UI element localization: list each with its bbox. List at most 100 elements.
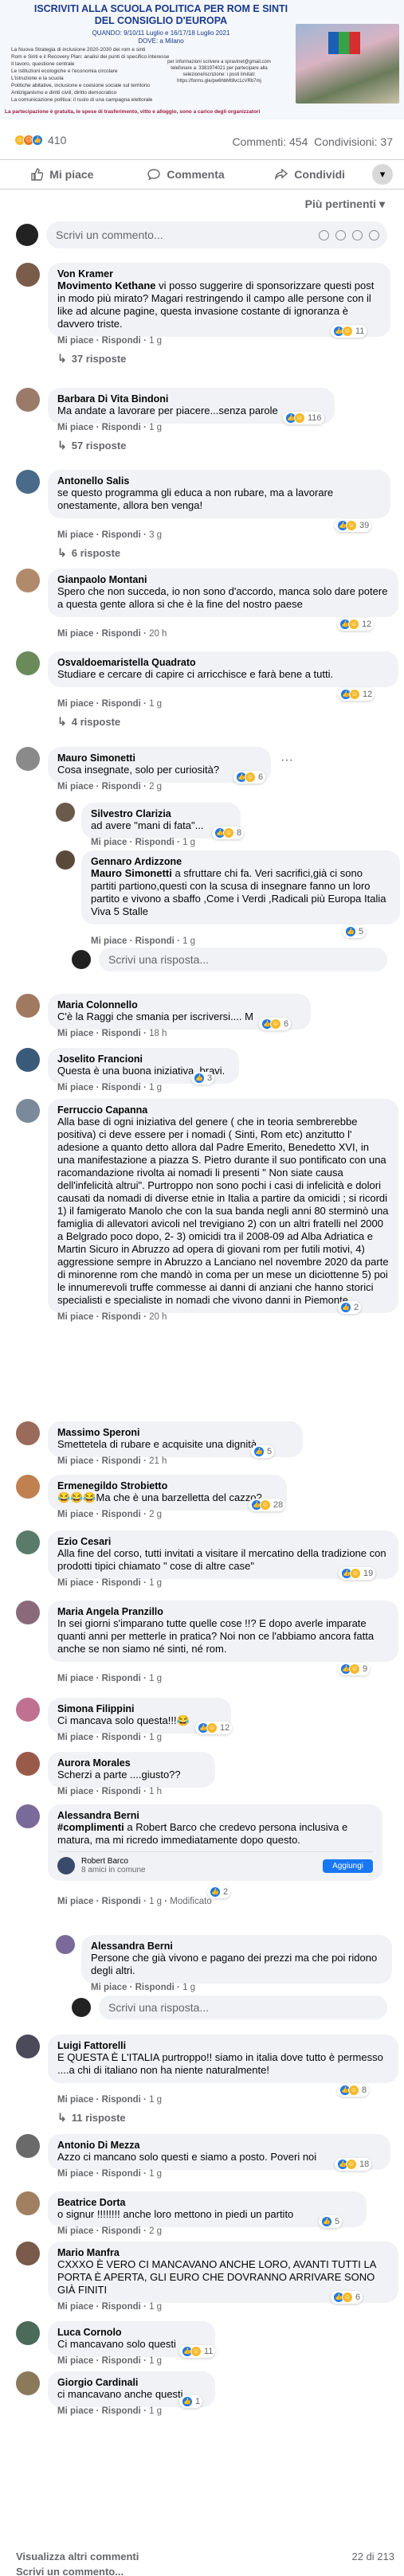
comment-reply-button[interactable]: Rispondi — [102, 1733, 141, 1742]
comment-button[interactable]: Commenta — [124, 168, 249, 181]
comment-like-button[interactable]: Mi piace — [57, 2406, 93, 2416]
comment-like-button[interactable]: Mi piace — [57, 1787, 93, 1796]
comment-time[interactable]: 1 g — [149, 1674, 162, 1683]
robert-name[interactable]: Robert Barco 8 amici in comune — [81, 1857, 146, 1874]
comment-time[interactable]: 2 g — [149, 782, 162, 792]
comment-input[interactable]: Scrivi un commento... — [46, 221, 387, 248]
comment-reply-button[interactable]: Rispondi — [102, 782, 141, 792]
comment-reply-button[interactable]: Rispondi — [102, 699, 141, 709]
comment-reactions[interactable]: 👍 ☺ 6 — [259, 1018, 292, 1030]
commenter-avatar[interactable] — [16, 1752, 40, 1776]
comment-like-button[interactable]: Mi piace — [57, 1456, 93, 1466]
reply-input[interactable]: Scrivi una risposta... — [99, 1996, 387, 2019]
sticker-icon[interactable] — [369, 229, 379, 240]
commenter-name[interactable]: Maria Colonnello — [57, 999, 301, 1010]
commenter-avatar[interactable] — [16, 1530, 40, 1554]
commenter-name[interactable]: Luigi Fattorelli — [57, 2040, 389, 2051]
comment-reply-button[interactable]: Rispondi — [102, 1578, 141, 1588]
comment-reactions[interactable]: 👍 ☺ 8 — [212, 827, 245, 839]
comment-like-button[interactable]: Mi piace — [91, 936, 127, 946]
comment-like-button[interactable]: Mi piace — [91, 1983, 127, 1992]
comment-time[interactable]: 1 g — [149, 2095, 162, 2105]
comment-reply-button[interactable]: Rispondi — [102, 423, 141, 432]
comment-reply-button[interactable]: Rispondi — [102, 2356, 141, 2366]
commenter-name[interactable]: Antonello Salis — [57, 475, 381, 487]
comment-like-button[interactable]: Mi piace — [57, 2356, 93, 2366]
comment-like-button[interactable]: Mi piace — [57, 530, 93, 540]
comment-like-button[interactable]: Mi piace — [57, 1897, 93, 1906]
comment-like-button[interactable]: Mi piace — [57, 2226, 93, 2236]
commenter-name[interactable]: Ermenegildo Strobietto — [57, 1480, 277, 1491]
comment-time[interactable]: 2 g — [149, 2226, 162, 2236]
view-replies[interactable]: 11 risposte — [57, 2111, 126, 2125]
comment-reply-button[interactable]: Rispondi — [102, 1456, 141, 1466]
commenter-name[interactable]: Mario Manfra — [57, 2247, 389, 2258]
view-replies[interactable]: 4 risposte — [57, 715, 120, 729]
commenter-name[interactable]: Luca Cornolo — [57, 2327, 206, 2338]
comment-time[interactable]: 21 h — [149, 1456, 167, 1466]
commenter-avatar[interactable] — [16, 569, 40, 592]
comment-like-button[interactable]: Mi piace — [57, 699, 93, 709]
write-comment-link[interactable]: Scrivi un commento... — [16, 2566, 124, 2576]
comment-reactions[interactable]: 👍 1 — [179, 2395, 203, 2408]
commenter-name[interactable]: Ezio Cesari — [57, 1536, 389, 1547]
comment-like-button[interactable]: Mi piace — [57, 1312, 93, 1322]
comment-reply-button[interactable]: Rispondi — [135, 1983, 175, 1992]
camera-icon[interactable] — [335, 229, 346, 240]
commenter-name[interactable]: Ferruccio Capanna — [57, 1104, 389, 1116]
commenter-avatar[interactable] — [16, 2134, 40, 2158]
comment-like-button[interactable]: Mi piace — [57, 782, 93, 792]
commenter-avatar[interactable] — [16, 2191, 40, 2215]
comment-reactions[interactable]: 👍 ☺ 8 — [337, 2084, 370, 2097]
add-friend-button[interactable]: Aggiungi — [323, 1859, 373, 1873]
comment-time[interactable]: 1 g — [182, 1983, 195, 1992]
commenter-avatar[interactable] — [16, 2371, 40, 2395]
comment-time[interactable]: 1 g — [182, 838, 195, 847]
comment-share-counts[interactable]: Commenti: 454 Condivisioni: 37 — [232, 135, 393, 148]
comment-time[interactable]: 3 g — [149, 530, 162, 540]
gif-icon[interactable] — [352, 229, 363, 240]
comment-time[interactable]: 20 h — [149, 1312, 167, 1322]
robert-barco-card[interactable]: Robert Barco 8 amici in comune Aggiungi — [57, 1851, 373, 1874]
comment-reactions[interactable]: 👍 ☺ 9 — [338, 1663, 371, 1675]
comment-reactions[interactable]: 👍 ☺ 12 — [337, 618, 375, 631]
comment-time[interactable]: 1 g — [182, 936, 195, 946]
comment-reactions[interactable]: 👍 ☺ 28 — [249, 1499, 286, 1511]
comment-time[interactable]: 1 g — [149, 336, 162, 346]
comment-composer[interactable]: Scrivi un commento... — [16, 221, 387, 248]
comment-like-button[interactable]: Mi piace — [91, 838, 127, 847]
comment-reply-button[interactable]: Rispondi — [102, 336, 141, 346]
shares-count[interactable]: Condivisioni: 37 — [314, 135, 393, 148]
sort-comments-dropdown[interactable]: Più pertinenti ▾ — [305, 197, 385, 211]
comment-reactions[interactable]: 👍 ☺ 39 — [335, 519, 372, 532]
comment-reply-button[interactable]: Rispondi — [102, 1787, 141, 1796]
comment-like-button[interactable]: Mi piace — [57, 2302, 93, 2312]
commenter-name[interactable]: Mauro Simonetti — [57, 752, 261, 764]
comments-count[interactable]: Commenti: 454 — [232, 135, 308, 148]
post-image-banner[interactable]: ISCRIVITI ALLA SCUOLA POLITICA PER ROM E… — [0, 0, 404, 119]
comment-time[interactable]: 1 g — [149, 2169, 162, 2179]
comment-time[interactable]: 1 g — [149, 2356, 162, 2366]
commenter-name[interactable]: Gianpaolo Montani — [57, 574, 389, 585]
commenter-name[interactable]: Giorgio Cardinali — [57, 2377, 206, 2388]
comment-like-button[interactable]: Mi piace — [57, 1029, 93, 1038]
reply-composer-simonetti[interactable]: Scrivi una risposta... — [72, 948, 387, 971]
commenter-avatar[interactable] — [16, 1421, 40, 1445]
comment-reply-button[interactable]: Rispondi — [102, 2169, 141, 2179]
share-button[interactable]: Condividi — [248, 168, 372, 181]
commenter-avatar[interactable] — [16, 1099, 40, 1123]
commenter-avatar[interactable] — [56, 850, 75, 870]
comment-reactions[interactable]: 👍 ☺ 116 — [283, 412, 324, 424]
commenter-name[interactable]: Simona Filippini — [57, 1703, 222, 1714]
commenter-name[interactable]: Joselito Francioni — [57, 1053, 229, 1065]
comment-time[interactable]: 1 g — [149, 2406, 162, 2416]
view-replies[interactable]: 57 risposte — [57, 439, 127, 452]
commenter-avatar[interactable] — [56, 1935, 75, 1954]
commenter-name[interactable]: Antonio Di Mezza — [57, 2140, 381, 2151]
comment-like-button[interactable]: Mi piace — [57, 1083, 93, 1093]
commenter-avatar[interactable] — [16, 1048, 40, 1072]
comment-reactions[interactable]: 👍 3 — [191, 1072, 215, 1085]
commenter-avatar[interactable] — [16, 2242, 40, 2265]
comment-reply-button[interactable]: Rispondi — [102, 2302, 141, 2312]
comment-reply-button[interactable]: Rispondi — [102, 2406, 141, 2416]
